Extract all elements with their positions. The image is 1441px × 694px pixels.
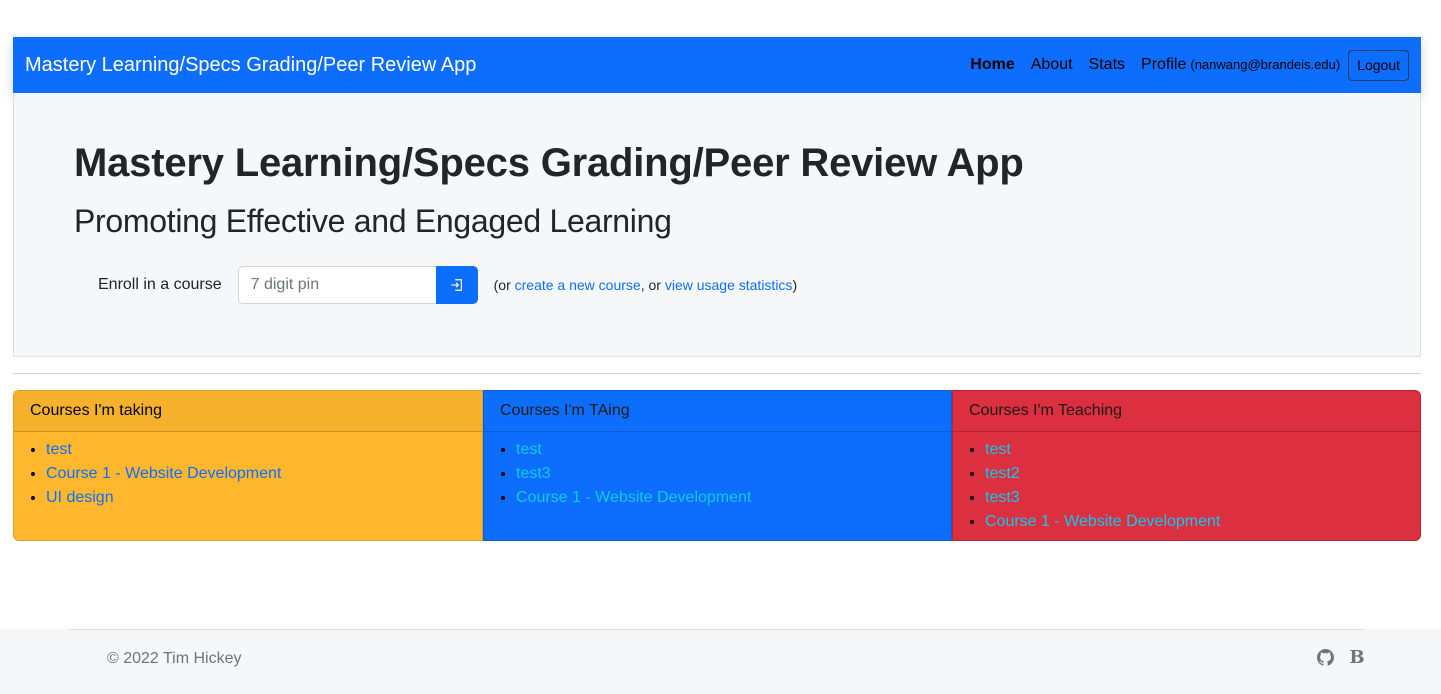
navbar-brand[interactable]: Mastery Learning/Specs Grading/Peer Revi… bbox=[25, 54, 476, 77]
footer-divider bbox=[70, 629, 1366, 630]
enroll-note: (or create a new course, or view usage s… bbox=[494, 277, 797, 293]
footer: © 2022 Tim Hickey B bbox=[0, 629, 1441, 694]
course-link[interactable]: test3 bbox=[985, 489, 1020, 506]
note-prefix: (or bbox=[493, 277, 515, 293]
github-icon[interactable] bbox=[1316, 648, 1334, 666]
list-item: UI design bbox=[46, 486, 482, 510]
list-item: Course 1 - Website Development bbox=[46, 462, 482, 486]
nav-links: Home About Stats Profile (nanwang@brandei… bbox=[970, 49, 1409, 81]
course-link[interactable]: UI design bbox=[46, 489, 114, 506]
list-item: Course 1 - Website Development bbox=[985, 510, 1420, 534]
enroll-form: Enroll in a course (or create a new cour… bbox=[98, 266, 797, 304]
course-link[interactable]: test bbox=[985, 441, 1011, 458]
course-link[interactable]: Course 1 - Website Development bbox=[985, 513, 1220, 530]
list-item: test3 bbox=[985, 486, 1420, 510]
course-pin-input[interactable] bbox=[237, 266, 436, 304]
page-title: Mastery Learning/Specs Grading/Peer Revi… bbox=[74, 141, 1024, 185]
usage-stats-link[interactable]: view usage statistics bbox=[665, 277, 793, 293]
copyright-text: © 2022 Tim Hickey bbox=[107, 650, 242, 667]
nav-home-link[interactable]: Home bbox=[970, 56, 1014, 74]
list-item: test bbox=[516, 438, 951, 462]
navbar: Mastery Learning/Specs Grading/Peer Revi… bbox=[13, 37, 1421, 93]
list-item: test bbox=[985, 438, 1420, 462]
page-subtitle: Promoting Effective and Engaged Learning bbox=[74, 203, 672, 239]
nav-stats-link[interactable]: Stats bbox=[1089, 56, 1125, 74]
courses-ta-list: test test3 Course 1 - Website Developmen… bbox=[484, 438, 951, 510]
bootstrap-icon[interactable]: B bbox=[1348, 647, 1366, 668]
nav-profile-link[interactable]: Profile (nanwang@brandeis.edu) bbox=[1141, 56, 1340, 74]
list-item: test2 bbox=[985, 462, 1420, 486]
course-link[interactable]: test2 bbox=[985, 465, 1020, 482]
enroll-label: Enroll in a course bbox=[98, 276, 222, 293]
course-link[interactable]: Course 1 - Website Development bbox=[516, 489, 751, 506]
divider bbox=[13, 373, 1421, 374]
list-item: test3 bbox=[516, 462, 951, 486]
course-link[interactable]: test bbox=[46, 441, 72, 458]
note-suffix: ) bbox=[792, 277, 798, 293]
logout-button[interactable]: Logout bbox=[1348, 49, 1409, 81]
course-link[interactable]: Course 1 - Website Development bbox=[46, 465, 281, 482]
user-email: (nanwang@brandeis.edu) bbox=[1190, 57, 1341, 72]
courses-taking-card: Courses I'm taking test Course 1 - Websi… bbox=[13, 390, 483, 541]
list-item: Course 1 - Website Development bbox=[516, 486, 951, 510]
list-item: test bbox=[46, 438, 482, 462]
nav-profile-label: Profile bbox=[1141, 56, 1187, 73]
courses-teaching-list: test test2 test3 Course 1 - Website Deve… bbox=[953, 438, 1420, 534]
enroll-submit-button[interactable] bbox=[435, 266, 478, 304]
courses-taking-list: test Course 1 - Website Development UI d… bbox=[14, 438, 482, 510]
courses-ta-card: Courses I'm TAing test test3 Course 1 - … bbox=[483, 390, 952, 541]
course-link[interactable]: test bbox=[516, 441, 542, 458]
course-cards: Courses I'm taking test Course 1 - Websi… bbox=[13, 390, 1421, 541]
create-course-link[interactable]: create a new course bbox=[515, 277, 641, 293]
courses-taking-header: Courses I'm taking bbox=[14, 391, 482, 432]
hero-section: Mastery Learning/Specs Grading/Peer Revi… bbox=[13, 93, 1421, 357]
courses-ta-header: Courses I'm TAing bbox=[484, 391, 951, 432]
course-link[interactable]: test3 bbox=[516, 465, 551, 482]
courses-teaching-header: Courses I'm Teaching bbox=[953, 391, 1420, 432]
courses-teaching-card: Courses I'm Teaching test test2 test3 Co… bbox=[952, 390, 1421, 541]
box-arrow-in-right-icon bbox=[450, 278, 464, 292]
note-middle: , or bbox=[640, 277, 665, 293]
footer-icons: B bbox=[1316, 647, 1366, 668]
nav-about-link[interactable]: About bbox=[1031, 56, 1073, 74]
